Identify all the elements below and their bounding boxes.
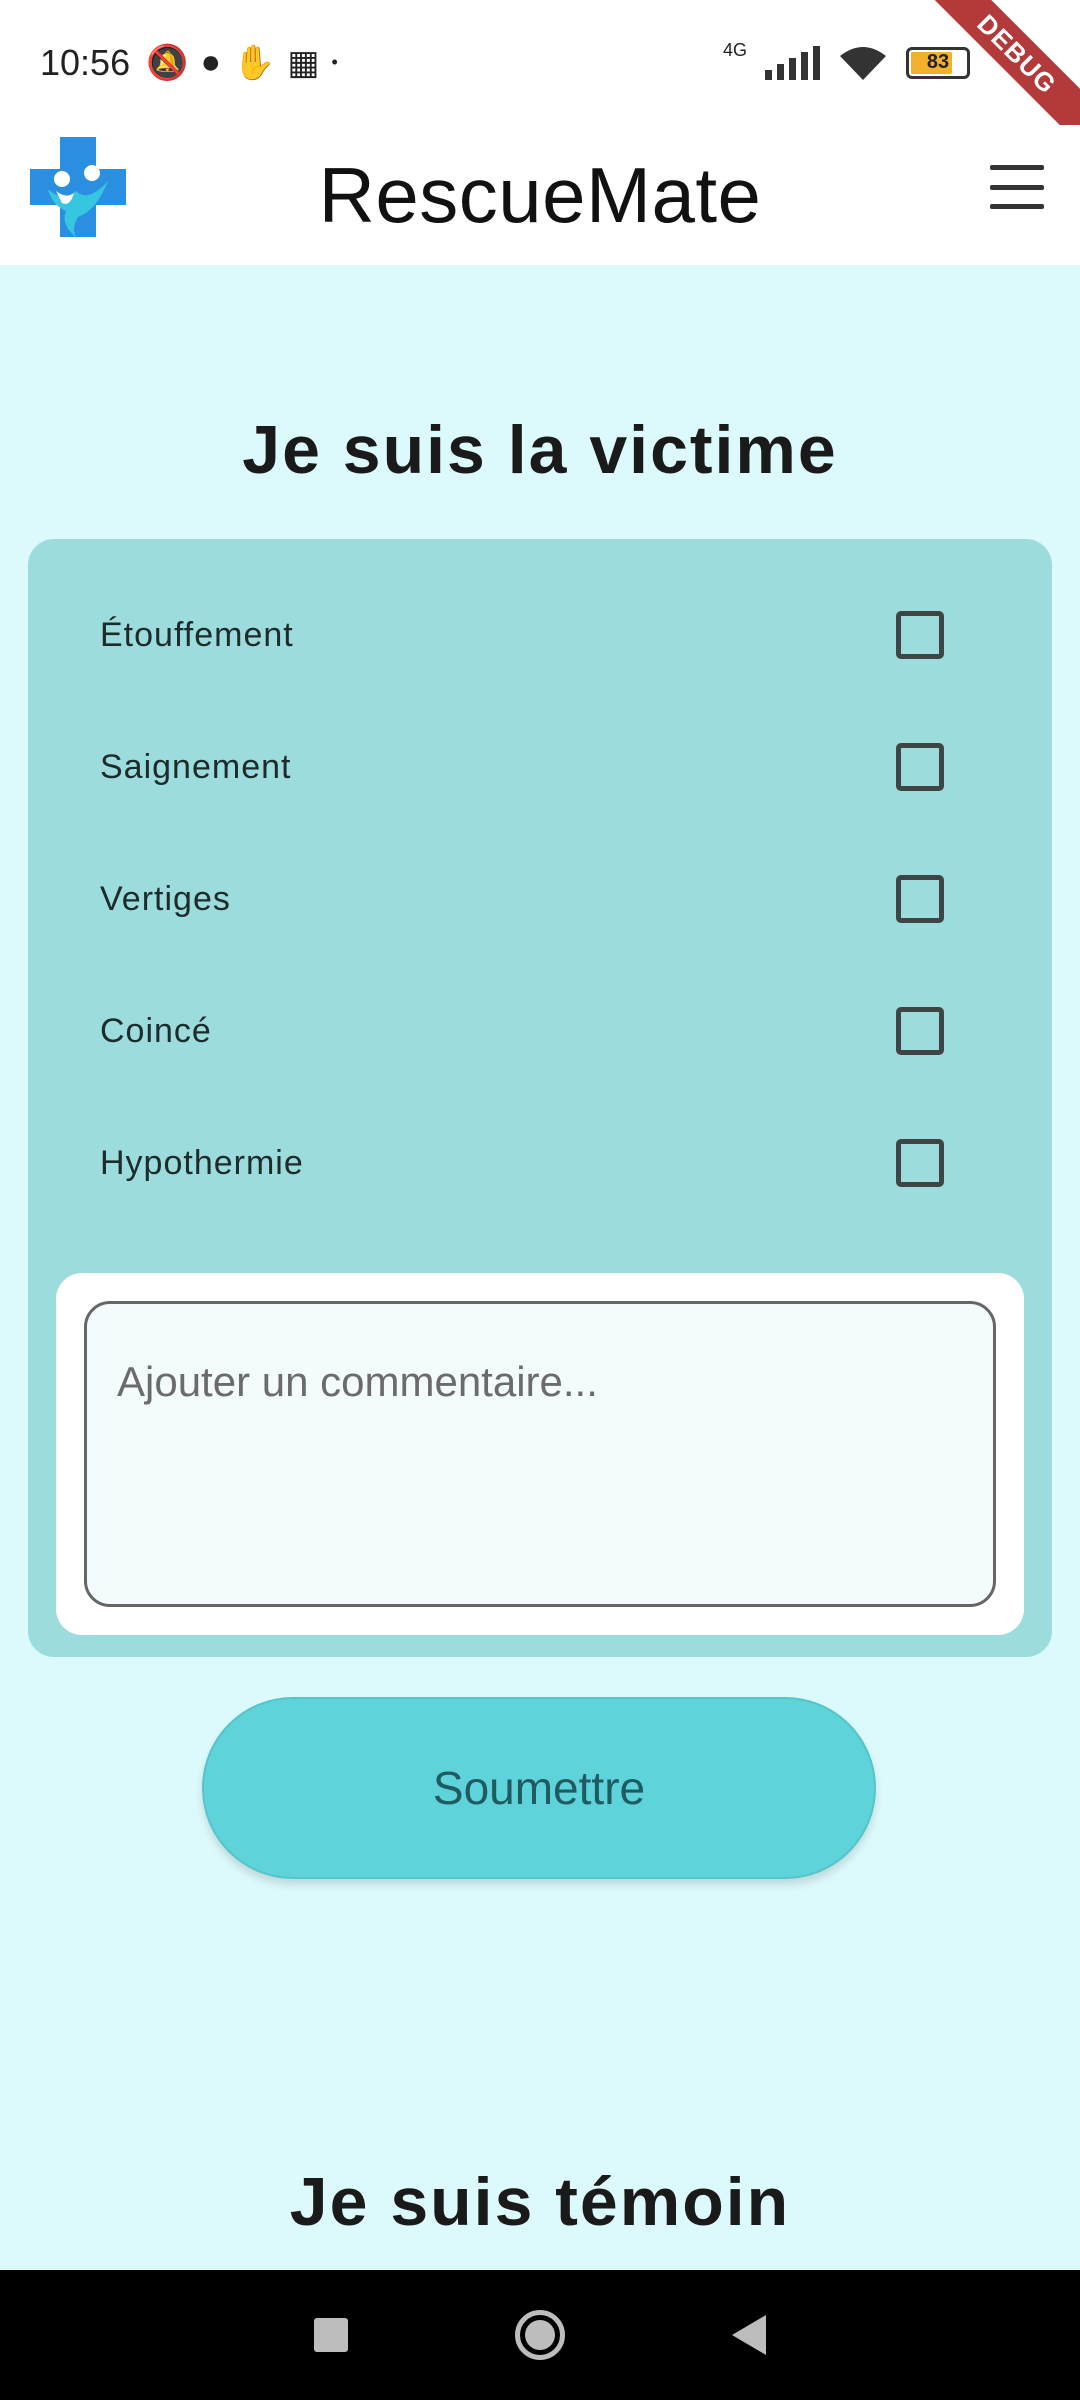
comment-input[interactable] — [84, 1301, 996, 1607]
submit-button[interactable]: Soumettre — [202, 1697, 876, 1879]
checkbox[interactable] — [896, 875, 944, 923]
navigation-bar — [0, 2270, 1080, 2400]
wifi-icon — [840, 46, 886, 80]
option-row[interactable]: Coincé — [100, 991, 980, 1071]
status-icons-right: 4G 83 — [723, 40, 970, 82]
checkbox[interactable] — [896, 611, 944, 659]
witness-section-title: Je suis témoin — [289, 2164, 791, 2240]
clock-widget-icon: ▦ — [287, 43, 320, 82]
dot-icon: • — [331, 52, 338, 72]
checkbox[interactable] — [896, 743, 944, 791]
status-bar: 10:56 🔕 ● ✋ ▦ • 4G 83 DEBUG — [0, 0, 1080, 150]
circle-icon: ● — [200, 43, 221, 81]
option-row[interactable]: Étouffement — [100, 595, 980, 675]
hand-icon: ✋ — [232, 43, 276, 82]
status-time: 10:56 — [40, 41, 131, 83]
option-label: Hypothermie — [100, 1143, 304, 1182]
option-label: Saignement — [100, 747, 292, 786]
symptoms-card: Étouffement Saignement Vertiges Coincé H… — [28, 539, 1052, 1657]
checkbox[interactable] — [896, 1007, 944, 1055]
main-content[interactable]: Je suis la victime Étouffement Saignemen… — [0, 265, 1080, 2270]
battery-level: 83 — [926, 51, 950, 73]
recents-button[interactable] — [313, 2318, 348, 2352]
victim-section-title: Je suis la victime — [242, 412, 838, 488]
option-label: Coincé — [100, 1011, 212, 1050]
back-button[interactable] — [732, 2315, 767, 2355]
option-label: Vertiges — [100, 879, 231, 918]
option-row[interactable]: Saignement — [100, 727, 980, 807]
screen: 10:56 🔕 ● ✋ ▦ • 4G 83 DEBUG RescueMate J… — [0, 0, 1080, 2400]
network-type-label: 4G — [722, 39, 747, 60]
option-row[interactable]: Vertiges — [100, 859, 980, 939]
comment-container — [56, 1273, 1024, 1635]
hamburger-menu-icon[interactable] — [990, 165, 1044, 209]
option-label: Étouffement — [100, 615, 294, 654]
battery-icon: 83 — [906, 46, 970, 79]
app-bar: RescueMate — [0, 125, 1080, 265]
medical-cross-people-icon — [30, 137, 126, 239]
home-button[interactable] — [514, 2310, 565, 2360]
app-title: RescueMate — [318, 150, 762, 239]
status-icons-left: 🔕 ● ✋ ▦ • — [146, 43, 338, 83]
checkbox[interactable] — [896, 1139, 944, 1187]
signal-icon — [765, 45, 820, 80]
option-row[interactable]: Hypothermie — [100, 1123, 980, 1203]
muted-alarm-icon: 🔕 — [146, 43, 189, 82]
